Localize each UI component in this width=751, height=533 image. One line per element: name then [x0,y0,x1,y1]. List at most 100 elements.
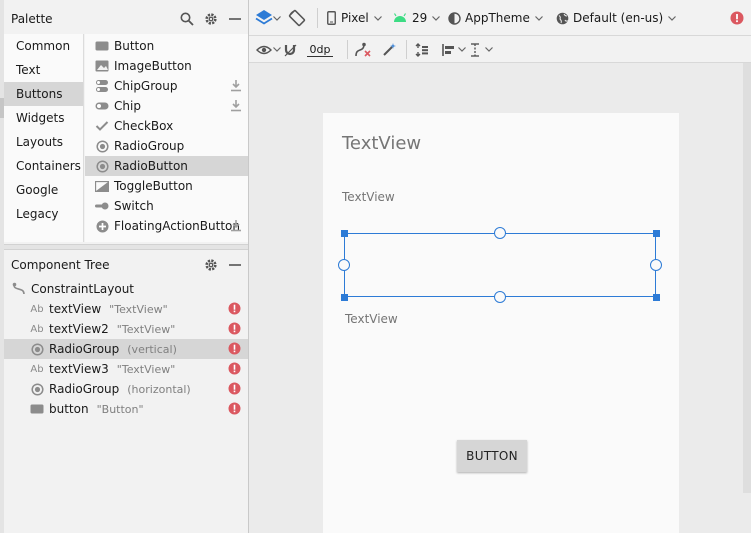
category-widgets[interactable]: Widgets [4,106,83,130]
constraint-anchor-top[interactable] [494,227,506,239]
align-icon[interactable] [442,36,456,63]
widget-label: FloatingActionButton [114,219,240,233]
design-surface-layers-icon[interactable] [255,0,273,36]
widget-label: ChipGroup [114,79,178,93]
chevron-down-icon[interactable] [485,36,493,63]
palette-category-list: Common Text Buttons Widgets Layouts Cont… [4,34,84,242]
category-common[interactable]: Common [4,34,83,58]
gear-icon[interactable] [204,258,218,272]
guidelines-icon[interactable] [469,36,481,63]
tree-item[interactable]: Ab textView3 "TextView" [4,359,248,379]
globe-icon [556,12,569,25]
panel-splitter[interactable] [4,244,248,250]
resize-handle[interactable] [653,294,660,301]
canvas-text-view-3[interactable]: TextView [345,312,398,326]
category-google[interactable]: Google [4,178,83,202]
category-buttons[interactable]: Buttons [4,82,83,106]
design-toolbar: Pixel 29 AppTheme Default (en-us) [249,0,751,36]
canvas-scrollbar[interactable] [743,63,751,493]
widget-chip[interactable]: Chip [85,96,248,116]
toolbar-separator [317,8,318,28]
category-text[interactable]: Text [4,58,83,82]
radio-group-icon [30,342,44,356]
tree-item-label: ConstraintLayout [31,282,135,296]
canvas-button[interactable]: BUTTON [457,440,527,472]
tree-item-sub: "TextView" [109,302,168,316]
canvas-text-view-title[interactable]: TextView [342,133,421,154]
error-icon[interactable] [228,302,241,315]
radio-group-icon [95,139,109,153]
widget-switch[interactable]: Switch [85,196,248,216]
palette-title: Palette [11,12,53,26]
infer-constraints-icon[interactable] [382,36,397,63]
theme-selector[interactable]: AppTheme [448,0,543,36]
error-icon[interactable] [228,382,241,395]
resize-handle[interactable] [341,294,348,301]
tree-item-sub: "TextView" [116,362,176,376]
radio-group-selection[interactable] [344,233,656,297]
tree-item[interactable]: Ab textView "TextView" [4,299,248,319]
widget-toggle-button[interactable]: ToggleButton [85,176,248,196]
error-icon[interactable] [228,362,241,375]
widget-chip-group[interactable]: ChipGroup [85,76,248,96]
chevron-down-icon [668,15,677,21]
widget-image-button[interactable]: ImageButton [85,56,248,76]
constraint-anchor-bottom[interactable] [494,291,506,303]
widget-radio-button[interactable]: RadioButton [85,156,248,176]
checkbox-icon [95,119,109,133]
widget-label: RadioButton [114,159,188,173]
locale-selector[interactable]: Default (en-us) [556,0,677,36]
tree-item[interactable]: RadioGroup (horizontal) [4,379,248,399]
widget-floating-action-button[interactable]: FloatingActionButton [85,216,248,236]
tree-item[interactable]: Ab textView2 "TextView" [4,319,248,339]
constraint-anchor-right[interactable] [650,259,662,271]
button-icon [30,402,44,416]
tree-item-label: textView [49,302,102,316]
tree-root[interactable]: ConstraintLayout [4,279,248,299]
minimize-icon[interactable] [228,258,242,272]
default-margins-button[interactable]: 0dp [305,36,335,63]
download-icon[interactable] [230,99,242,112]
constraint-anchor-left[interactable] [338,259,350,271]
chevron-down-icon[interactable] [273,36,281,63]
error-icon[interactable] [730,0,744,36]
category-containers[interactable]: Containers [4,154,83,178]
widget-radio-group[interactable]: RadioGroup [85,136,248,156]
radio-button-icon [95,159,109,173]
chevron-down-icon[interactable] [273,0,283,36]
error-icon[interactable] [228,342,241,355]
search-icon[interactable] [180,12,194,26]
resize-handle[interactable] [653,230,660,237]
clear-constraints-icon[interactable] [354,36,372,63]
palette-widget-list: Button ImageButton ChipGroup Chip CheckB… [85,34,248,242]
orientation-icon[interactable] [288,0,306,36]
resize-handle[interactable] [341,230,348,237]
error-icon[interactable] [228,402,241,415]
tree-item[interactable]: button "Button" [4,399,248,419]
category-legacy[interactable]: Legacy [4,202,83,226]
tree-item-label: button [49,402,89,416]
gear-icon[interactable] [204,12,218,26]
image-button-icon [95,59,109,73]
tree-item-sub: (vertical) [127,342,177,356]
widget-button[interactable]: Button [85,36,248,56]
minimize-icon[interactable] [228,12,242,26]
tree-item-sub: "TextView" [116,322,176,336]
constraint-layout-icon [12,282,26,296]
device-selector[interactable]: Pixel [327,0,382,36]
category-layouts[interactable]: Layouts [4,130,83,154]
api-level-selector[interactable]: 29 [393,0,441,36]
component-tree-header: Component Tree [4,251,248,279]
error-icon[interactable] [228,322,241,335]
download-icon[interactable] [230,219,242,232]
widget-checkbox[interactable]: CheckBox [85,116,248,136]
autoconnect-icon[interactable] [283,36,298,63]
canvas-text-view-2[interactable]: TextView [342,190,395,204]
view-options-icon[interactable] [256,36,272,63]
download-icon[interactable] [230,79,242,92]
tree-item-label: RadioGroup [49,382,120,396]
tree-item[interactable]: RadioGroup (vertical) [4,339,248,359]
component-tree: ConstraintLayout Ab textView "TextView" … [4,279,248,533]
pack-icon[interactable] [415,36,429,63]
chevron-down-icon[interactable] [458,36,466,63]
